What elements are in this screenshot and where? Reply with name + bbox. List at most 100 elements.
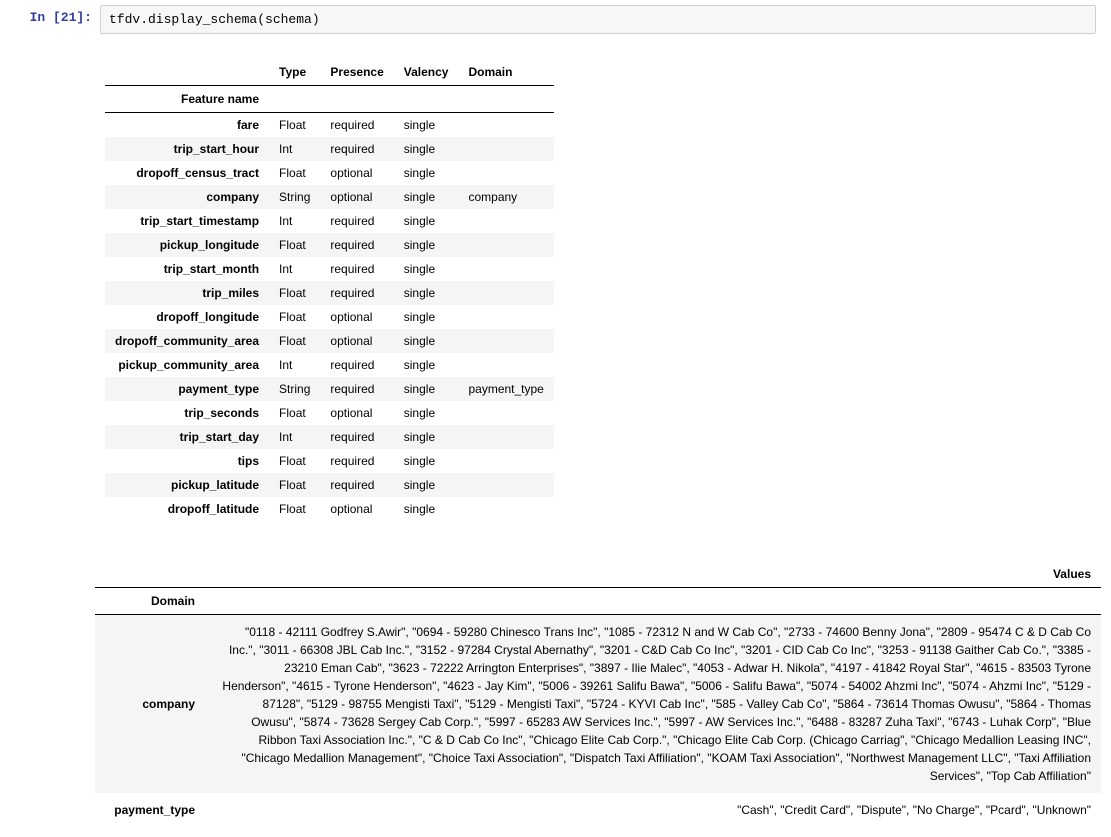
feature-domain: payment_type [458, 377, 553, 401]
feature-valency: single [394, 257, 459, 281]
feature-name: trip_start_month [105, 257, 269, 281]
feature-domain [458, 209, 553, 233]
feature-valency: single [394, 425, 459, 449]
feature-name: trip_start_timestamp [105, 209, 269, 233]
feature-name: payment_type [105, 377, 269, 401]
feature-presence: optional [320, 305, 393, 329]
table-row: trip_secondsFloatoptionalsingle [105, 401, 554, 425]
table-row: companyStringoptionalsinglecompany [105, 185, 554, 209]
table-row: trip_milesFloatrequiredsingle [105, 281, 554, 305]
feature-valency: single [394, 377, 459, 401]
feature-presence: required [320, 377, 393, 401]
feature-presence: optional [320, 497, 393, 521]
col-domain-label: Domain [95, 588, 205, 615]
feature-name: trip_start_hour [105, 137, 269, 161]
feature-type: Int [269, 257, 320, 281]
feature-type: Float [269, 497, 320, 521]
feature-domain [458, 425, 553, 449]
table-row: trip_start_dayIntrequiredsingle [105, 425, 554, 449]
feature-domain [458, 473, 553, 497]
feature-valency: single [394, 209, 459, 233]
feature-name: trip_miles [105, 281, 269, 305]
feature-domain [458, 233, 553, 257]
feature-presence: required [320, 353, 393, 377]
table-row: pickup_longitudeFloatrequiredsingle [105, 233, 554, 257]
col-feature-name: Feature name [105, 86, 269, 113]
feature-valency: single [394, 185, 459, 209]
feature-type: String [269, 377, 320, 401]
col-presence: Presence [320, 59, 393, 86]
feature-name: trip_start_day [105, 425, 269, 449]
feature-domain [458, 353, 553, 377]
table-row: dropoff_latitudeFloatoptionalsingle [105, 497, 554, 521]
feature-name: dropoff_community_area [105, 329, 269, 353]
domain-values: "0118 - 42111 Godfrey S.Awir", "0694 - 5… [205, 615, 1101, 794]
table-row: fareFloatrequiredsingle [105, 113, 554, 138]
feature-type: Int [269, 137, 320, 161]
feature-domain [458, 329, 553, 353]
feature-domain [458, 281, 553, 305]
feature-valency: single [394, 473, 459, 497]
domain-name: payment_type [95, 793, 205, 827]
feature-name: pickup_longitude [105, 233, 269, 257]
feature-valency: single [394, 449, 459, 473]
feature-type: Int [269, 353, 320, 377]
feature-valency: single [394, 281, 459, 305]
feature-valency: single [394, 353, 459, 377]
feature-name: company [105, 185, 269, 209]
feature-presence: required [320, 137, 393, 161]
feature-domain [458, 497, 553, 521]
feature-name: dropoff_census_tract [105, 161, 269, 185]
domain-output: Values Domain company"0118 - 42111 Godfr… [95, 561, 1101, 827]
feature-name: pickup_community_area [105, 353, 269, 377]
table-row: pickup_community_areaIntrequiredsingle [105, 353, 554, 377]
feature-presence: required [320, 425, 393, 449]
feature-presence: optional [320, 185, 393, 209]
feature-presence: required [320, 257, 393, 281]
feature-type: Float [269, 473, 320, 497]
schema-output: Type Presence Valency Domain Feature nam… [95, 39, 1111, 521]
domain-table: Values Domain company"0118 - 42111 Godfr… [95, 561, 1101, 827]
table-row: pickup_latitudeFloatrequiredsingle [105, 473, 554, 497]
feature-name: tips [105, 449, 269, 473]
feature-type: Float [269, 305, 320, 329]
feature-presence: required [320, 449, 393, 473]
table-row: trip_start_hourIntrequiredsingle [105, 137, 554, 161]
feature-valency: single [394, 305, 459, 329]
table-row: company"0118 - 42111 Godfrey S.Awir", "0… [95, 615, 1101, 794]
feature-domain [458, 257, 553, 281]
feature-domain [458, 401, 553, 425]
col-type: Type [269, 59, 320, 86]
feature-type: Float [269, 161, 320, 185]
feature-valency: single [394, 161, 459, 185]
feature-presence: optional [320, 161, 393, 185]
feature-name: fare [105, 113, 269, 138]
table-row: dropoff_community_areaFloatoptionalsingl… [105, 329, 554, 353]
table-row: trip_start_timestampIntrequiredsingle [105, 209, 554, 233]
feature-domain [458, 161, 553, 185]
feature-valency: single [394, 137, 459, 161]
feature-name: trip_seconds [105, 401, 269, 425]
feature-type: Float [269, 329, 320, 353]
feature-presence: required [320, 209, 393, 233]
col-domain-name [95, 561, 205, 588]
col-valency: Valency [394, 59, 459, 86]
feature-type: Int [269, 209, 320, 233]
domain-values: "Cash", "Credit Card", "Dispute", "No Ch… [205, 793, 1101, 827]
schema-table: Type Presence Valency Domain Feature nam… [105, 59, 554, 521]
code-input[interactable]: tfdv.display_schema(schema) [100, 5, 1096, 34]
feature-domain: company [458, 185, 553, 209]
feature-valency: single [394, 233, 459, 257]
table-row: dropoff_longitudeFloatoptionalsingle [105, 305, 554, 329]
table-row: trip_start_monthIntrequiredsingle [105, 257, 554, 281]
feature-domain [458, 137, 553, 161]
feature-type: Float [269, 113, 320, 138]
domain-name: company [95, 615, 205, 794]
feature-type: Float [269, 449, 320, 473]
feature-type: Float [269, 233, 320, 257]
feature-domain [458, 305, 553, 329]
feature-presence: required [320, 473, 393, 497]
feature-presence: required [320, 233, 393, 257]
table-row: payment_typeStringrequiredsinglepayment_… [105, 377, 554, 401]
table-row: payment_type"Cash", "Credit Card", "Disp… [95, 793, 1101, 827]
